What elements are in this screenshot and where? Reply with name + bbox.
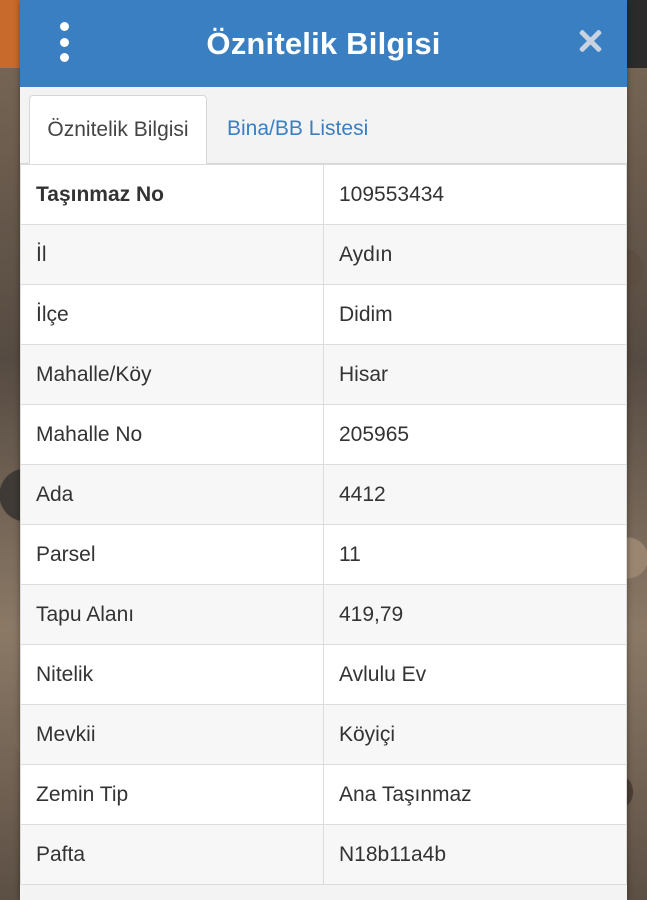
attribute-value: Köyiçi — [323, 704, 627, 765]
table-row: İl Aydın — [20, 224, 627, 285]
panel-title: Öznitelik Bilgisi — [206, 25, 441, 61]
map-toolbar-left — [0, 0, 20, 68]
attribute-key: Mevkii — [20, 704, 324, 765]
tab-attribute-info[interactable]: Öznitelik Bilgisi — [29, 95, 207, 164]
attribute-table: Taşınmaz No 109553434 İl Aydın İlçe Didi… — [20, 164, 627, 885]
attribute-key: Parsel — [20, 524, 324, 585]
table-row: Tapu Alanı 419,79 — [20, 584, 627, 645]
attribute-value: Hisar — [323, 344, 627, 405]
table-row: Parsel 11 — [20, 524, 627, 585]
attribute-key: İl — [20, 224, 324, 285]
attribute-key: Ada — [20, 464, 324, 525]
attribute-value: Didim — [323, 284, 627, 345]
table-row: Mevkii Köyiçi — [20, 704, 627, 765]
attribute-key: Tapu Alanı — [20, 584, 324, 645]
table-row: Ada 4412 — [20, 464, 627, 525]
attribute-key: Nitelik — [20, 644, 324, 705]
table-row: Taşınmaz No 109553434 — [20, 164, 627, 225]
attribute-value: N18b11a4b — [323, 824, 627, 885]
attribute-info-panel: Öznitelik Bilgisi Öznitelik Bilgisi Bina… — [20, 0, 627, 900]
table-row: Mahalle/Köy Hisar — [20, 344, 627, 405]
panel-header: Öznitelik Bilgisi — [20, 0, 627, 87]
attribute-key: Zemin Tip — [20, 764, 324, 825]
attribute-key: İlçe — [20, 284, 324, 345]
table-row: Pafta N18b11a4b — [20, 824, 627, 885]
attribute-key: Taşınmaz No — [20, 164, 324, 225]
tab-building-list[interactable]: Bina/BB Listesi — [227, 95, 368, 163]
attribute-key: Mahalle No — [20, 404, 324, 465]
table-row: Nitelik Avlulu Ev — [20, 644, 627, 705]
attribute-value: Avlulu Ev — [323, 644, 627, 705]
attribute-value: Ana Taşınmaz — [323, 764, 627, 825]
table-row: Zemin Tip Ana Taşınmaz — [20, 764, 627, 825]
tab-bar: Öznitelik Bilgisi Bina/BB Listesi — [20, 87, 627, 164]
attribute-key: Pafta — [20, 824, 324, 885]
close-icon[interactable] — [575, 26, 605, 56]
table-row: Mahalle No 205965 — [20, 404, 627, 465]
attribute-value: 205965 — [323, 404, 627, 465]
attribute-value: 109553434 — [323, 164, 627, 225]
attribute-value: Aydın — [323, 224, 627, 285]
table-row: İlçe Didim — [20, 284, 627, 345]
attribute-value: 419,79 — [323, 584, 627, 645]
attribute-value: 11 — [323, 524, 627, 585]
map-toolbar-right — [627, 0, 647, 68]
kebab-menu-icon[interactable] — [52, 22, 76, 62]
attribute-value: 4412 — [323, 464, 627, 525]
attribute-key: Mahalle/Köy — [20, 344, 324, 405]
